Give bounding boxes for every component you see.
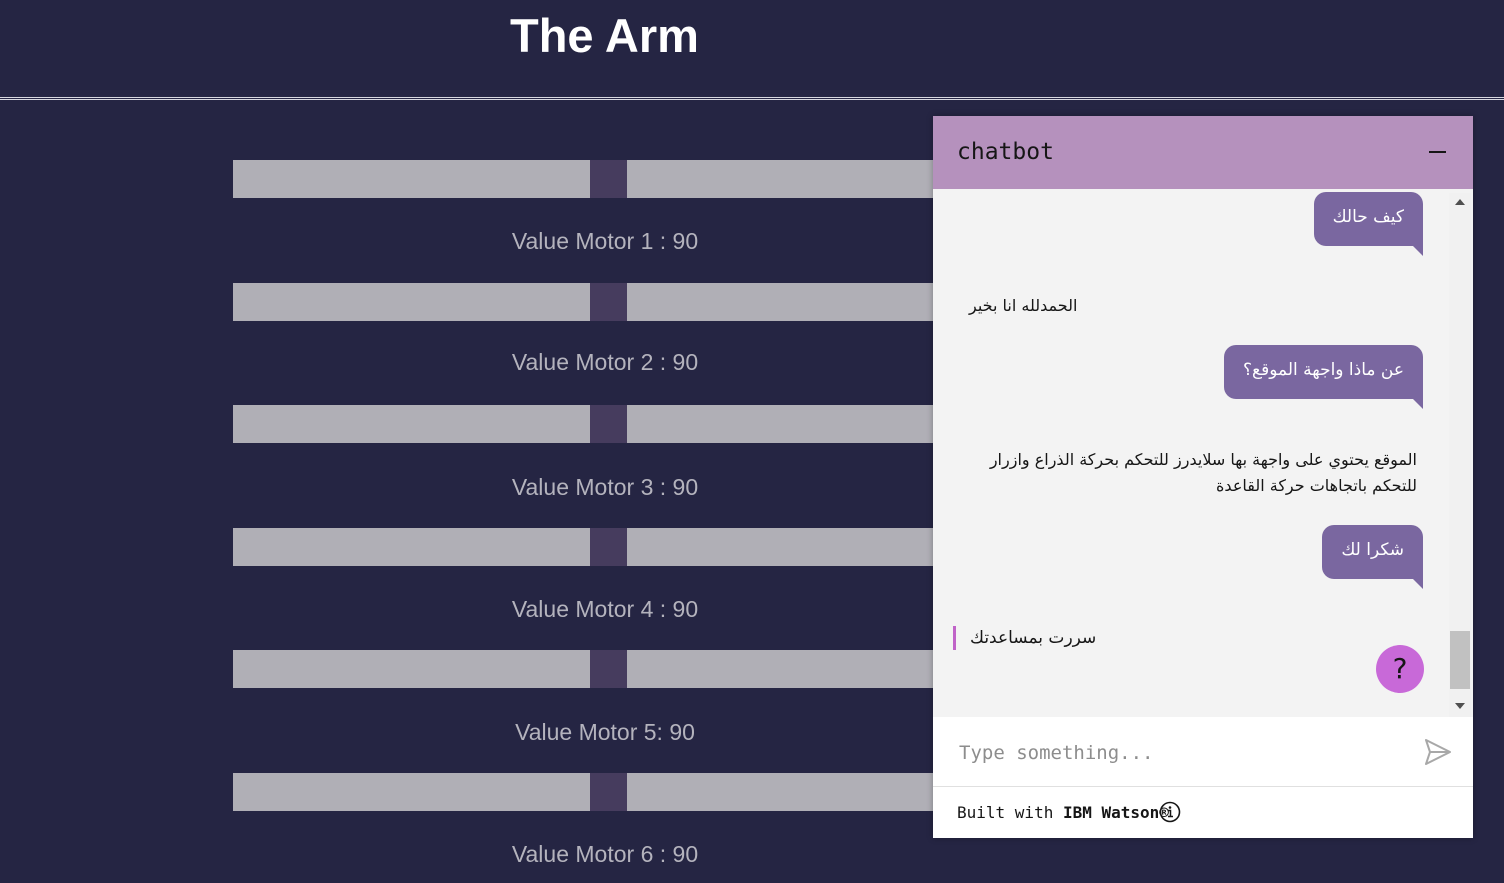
motor-1-slider[interactable]: [233, 160, 973, 198]
scrollbar-thumb[interactable]: [1450, 631, 1470, 689]
motor-control-2: Value Motor 2 : 90: [233, 283, 973, 393]
help-button[interactable]: ?: [1376, 645, 1424, 693]
motor-2-slider-thumb[interactable]: [590, 283, 627, 321]
motor-4-slider-thumb[interactable]: [590, 528, 627, 566]
user-message: شكرا لك: [1322, 525, 1423, 589]
motor-control-1: Value Motor 1 : 90: [233, 160, 973, 270]
motor-4-slider[interactable]: [233, 528, 973, 566]
motor-2-value-label: Value Motor 2 : 90: [511, 349, 699, 375]
motor-4-value-label: Value Motor 4 : 90: [511, 596, 699, 622]
motor-1-value-label: Value Motor 1 : 90: [511, 228, 699, 254]
footer-attribution: Built with IBM Watson®: [957, 803, 1169, 822]
bot-message: الموقع يحتوي على واجهة بها سلايدرز للتحك…: [989, 450, 1417, 495]
motor-control-4: Value Motor 4 : 90: [233, 528, 973, 638]
chat-header: chatbot: [933, 116, 1473, 189]
motor-6-slider[interactable]: [233, 773, 973, 811]
scroll-up-arrow-icon[interactable]: [1455, 199, 1465, 205]
motor-6-value-label: Value Motor 6 : 90: [511, 841, 699, 867]
motor-2-slider[interactable]: [233, 283, 973, 321]
chat-message-input[interactable]: [957, 735, 1401, 771]
motor-5-slider[interactable]: [233, 650, 973, 688]
info-icon: [1159, 801, 1181, 823]
bot-message-latest: سررت بمساعدتك: [953, 626, 1096, 650]
motor-6-slider-thumb[interactable]: [590, 773, 627, 811]
user-message: عن ماذا واجهة الموقع؟: [1224, 345, 1423, 409]
scroll-down-arrow-icon[interactable]: [1455, 703, 1465, 709]
minimize-button[interactable]: [1421, 136, 1453, 168]
motor-control-3: Value Motor 3 : 90: [233, 405, 973, 515]
motor-5-value-label: Value Motor 5: 90: [515, 719, 695, 745]
chat-scrollbar[interactable]: [1449, 193, 1471, 717]
motor-control-6: Value Motor 6 : 90: [233, 773, 973, 883]
chatbot-widget: chatbot كيف حالك الحمدلله انا بخير عن ما…: [933, 116, 1473, 838]
chat-title: chatbot: [957, 139, 1054, 165]
bot-message-latest-text: سررت بمساعدتك: [970, 628, 1097, 648]
motor-1-slider-thumb[interactable]: [590, 160, 627, 198]
page-title: The Arm: [510, 9, 699, 62]
send-icon: [1425, 739, 1451, 765]
motor-3-value-label: Value Motor 3 : 90: [511, 474, 699, 500]
page-header: The Arm: [0, 0, 1504, 100]
motor-5-slider-thumb[interactable]: [590, 650, 627, 688]
chat-footer: Built with IBM Watson®: [933, 787, 1473, 838]
send-button[interactable]: [1423, 737, 1453, 767]
motor-control-5: Value Motor 5: 90: [233, 650, 973, 760]
chat-input-area: [933, 717, 1473, 787]
help-icon: ?: [1392, 652, 1408, 685]
footer-brand: IBM Watson®: [1062, 803, 1169, 822]
header-divider: [0, 97, 1504, 100]
footer-prefix: Built with: [957, 803, 1063, 822]
motor-3-slider-thumb[interactable]: [590, 405, 627, 443]
motor-3-slider[interactable]: [233, 405, 973, 443]
bot-message: الحمدلله انا بخير: [969, 296, 1078, 315]
info-button[interactable]: [1159, 801, 1181, 823]
user-message: كيف حالك: [1313, 192, 1424, 256]
